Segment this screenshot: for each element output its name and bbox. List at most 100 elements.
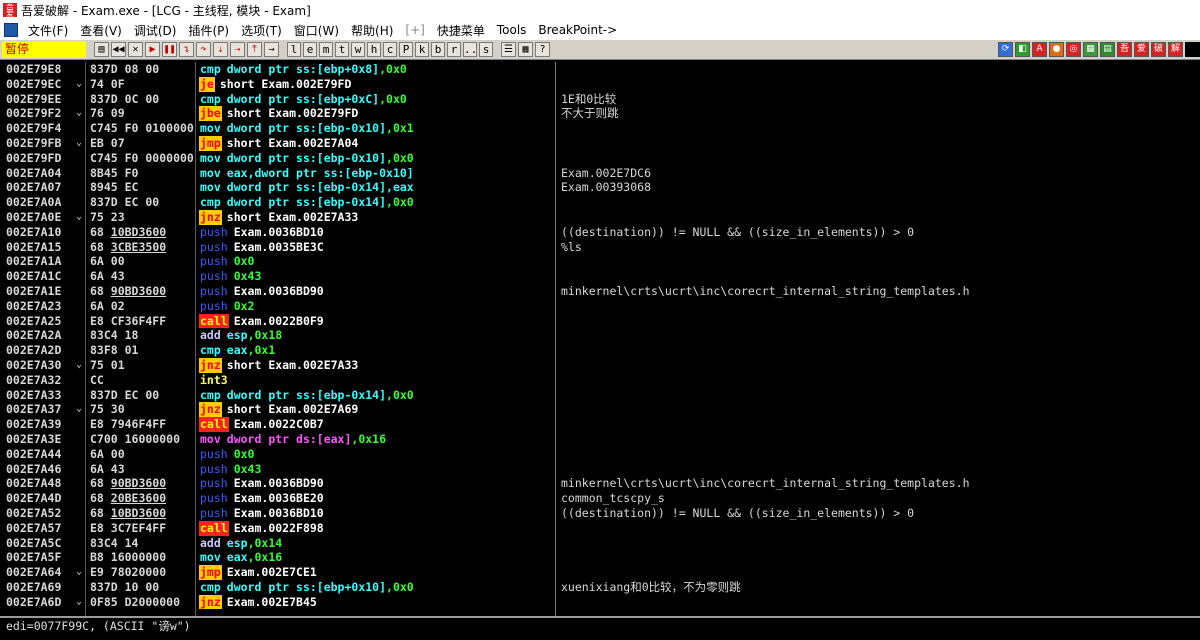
disassembly-row[interactable]: jnz short Exam.002E7A69 [196, 402, 555, 418]
address-cell[interactable]: 002E79E8 [0, 62, 85, 77]
disassembly-row[interactable]: push Exam.0035BE3C [196, 240, 555, 255]
disassembly-row[interactable]: jbe short Exam.002E79FD [196, 106, 555, 122]
hex-cell[interactable]: 6A 00 [86, 447, 195, 462]
hex-cell[interactable]: 0F85 D2000000 [86, 595, 195, 610]
hex-cell[interactable]: 6A 00 [86, 254, 195, 269]
comment-cell[interactable]: minkernel\crts\ucrt\inc\corecrt_internal… [556, 284, 1200, 299]
view-button-l[interactable]: l [287, 42, 301, 57]
disassembly-row[interactable]: jnz Exam.002E7B45 [196, 594, 555, 610]
comment-cell[interactable] [556, 151, 1200, 166]
hex-cell[interactable]: C700 16000000 [86, 432, 195, 447]
view-button-e[interactable]: e [303, 42, 317, 57]
disassembly-row[interactable]: push Exam.0036BD10 [196, 506, 555, 521]
record-icon[interactable]: ● [1049, 42, 1064, 57]
step-into-icon[interactable]: ↴ [179, 42, 194, 57]
disassembly-row[interactable]: push Exam.0036BE20 [196, 491, 555, 506]
comment-cell[interactable]: Exam.002E7DC6 [556, 166, 1200, 181]
calc-icon[interactable]: ▦ [1083, 42, 1098, 57]
hex-cell[interactable]: 837D 10 00 [86, 580, 195, 595]
step-over-icon[interactable]: ↷ [196, 42, 211, 57]
hex-cell[interactable]: 83C4 18 [86, 328, 195, 343]
disassembly-row[interactable]: push 0x2 [196, 299, 555, 314]
comment-cell[interactable]: ((destination)) != NULL && ((size_in_ele… [556, 225, 1200, 240]
goto-icon[interactable]: → [264, 42, 279, 57]
hex-cell[interactable]: 837D 0C 00 [86, 92, 195, 107]
address-cell[interactable]: 002E7A0A [0, 195, 85, 210]
address-cell[interactable]: 002E79EC ⌄ [0, 77, 85, 92]
disassembly-row[interactable]: jmp Exam.002E7CE1 [196, 565, 555, 580]
execute-till-return-icon[interactable]: ⤒ [247, 42, 262, 57]
menu-item[interactable]: 选项(T) [235, 22, 288, 39]
comment-cell[interactable] [556, 536, 1200, 551]
comment-cell[interactable] [556, 299, 1200, 314]
address-cell[interactable]: 002E7A5F [0, 550, 85, 565]
disassembly-row[interactable]: jmp short Exam.002E7A04 [196, 135, 555, 151]
comment-cell[interactable]: minkernel\crts\ucrt\inc\corecrt_internal… [556, 476, 1200, 491]
address-cell[interactable]: 002E7A33 [0, 388, 85, 403]
target-icon[interactable]: ◎ [1066, 42, 1081, 57]
comment-cell[interactable]: common_tcscpy_s [556, 491, 1200, 506]
comment-cell[interactable] [556, 521, 1200, 536]
disassembly-row[interactable]: cmp dword ptr ss:[ebp-0x14],0x0 [196, 388, 555, 403]
hex-cell[interactable]: 83F8 01 [86, 343, 195, 358]
close-icon[interactable]: ✕ [128, 42, 143, 57]
address-cell[interactable]: 002E7A64 ⌄ [0, 565, 85, 580]
comment-cell[interactable] [556, 314, 1200, 329]
address-cell[interactable]: 002E79FD [0, 151, 85, 166]
refresh-icon[interactable]: ⟳ [998, 42, 1013, 57]
address-cell[interactable]: 002E7A37 ⌄ [0, 402, 85, 417]
view-button-dots[interactable]: ... [463, 42, 484, 57]
lock-icon[interactable]: ◧ [1015, 42, 1030, 57]
hex-cell[interactable]: 76 09 [86, 106, 195, 121]
table-icon[interactable]: ▤ [1100, 42, 1115, 57]
address-cell[interactable]: 002E7A3E [0, 432, 85, 447]
address-cell[interactable]: 002E7A23 [0, 299, 85, 314]
disassembly-row[interactable]: int3 [196, 373, 555, 388]
jie-icon[interactable]: 解 [1168, 42, 1183, 57]
black-icon[interactable] [1185, 42, 1200, 57]
comment-cell[interactable] [556, 210, 1200, 225]
menu-item[interactable]: Tools [491, 23, 533, 37]
menu-item[interactable]: 插件(P) [182, 22, 235, 39]
address-cell[interactable]: 002E7A2D [0, 343, 85, 358]
hex-cell[interactable]: 75 01 [86, 358, 195, 373]
disassembly-row[interactable]: je short Exam.002E79FD [196, 76, 555, 92]
disassembly-row[interactable]: cmp dword ptr ss:[ebp+0x8],0x0 [196, 62, 555, 77]
address-cell[interactable]: 002E7A52 [0, 506, 85, 521]
address-cell[interactable]: 002E7A69 [0, 580, 85, 595]
address-cell[interactable]: 002E7A15 [0, 240, 85, 255]
disassembly-row[interactable]: mov eax,dword ptr ss:[ebp-0x10] [196, 166, 555, 181]
ai-icon[interactable]: 爱 [1134, 42, 1149, 57]
open-icon[interactable]: ▤ [94, 42, 109, 57]
run-icon[interactable]: ▶ [145, 42, 160, 57]
address-cell[interactable]: 002E79F2 ⌄ [0, 106, 85, 121]
hex-cell[interactable]: 68 90BD3600 [86, 284, 195, 299]
hex-cell[interactable]: E8 CF36F4FF [86, 314, 195, 329]
restart-icon[interactable]: ◀◀ [111, 42, 126, 57]
disassembly-row[interactable]: cmp eax,0x1 [196, 343, 555, 358]
address-cell[interactable]: 002E7A32 [0, 373, 85, 388]
hex-cell[interactable]: 74 0F [86, 77, 195, 92]
comment-cell[interactable] [556, 462, 1200, 477]
address-cell[interactable]: 002E7A4D [0, 491, 85, 506]
disassembly-row[interactable]: add esp,0x14 [196, 536, 555, 551]
comment-column[interactable]: 1E和0比较 不大于则跳 Exam.002E7DC6 Exam.00393068 ((d… [555, 62, 1200, 616]
address-cell[interactable]: 002E7A6D ⌄ [0, 595, 85, 610]
address-cell[interactable]: 002E7A1C [0, 269, 85, 284]
address-cell[interactable]: 002E7A39 [0, 417, 85, 432]
trace-over-icon[interactable]: ⇢ [230, 42, 245, 57]
hex-cell[interactable]: 68 10BD3600 [86, 225, 195, 240]
address-cell[interactable]: 002E7A48 [0, 476, 85, 491]
disassembly-row[interactable]: push 0x0 [196, 447, 555, 462]
view-button-s[interactable]: s [479, 42, 493, 57]
comment-cell[interactable] [556, 388, 1200, 403]
address-cell[interactable]: 002E79F4 [0, 121, 85, 136]
hex-cell[interactable]: EB 07 [86, 136, 195, 151]
address-cell[interactable]: 002E7A0E ⌄ [0, 210, 85, 225]
address-cell[interactable]: 002E7A46 [0, 462, 85, 477]
comment-cell[interactable] [556, 595, 1200, 610]
disassembly-row[interactable]: cmp dword ptr ss:[ebp-0x14],0x0 [196, 195, 555, 210]
hex-cell[interactable]: 68 10BD3600 [86, 506, 195, 521]
hex-cell[interactable]: 6A 43 [86, 462, 195, 477]
disassembly-row[interactable]: mov dword ptr ss:[ebp-0x14],eax [196, 180, 555, 195]
